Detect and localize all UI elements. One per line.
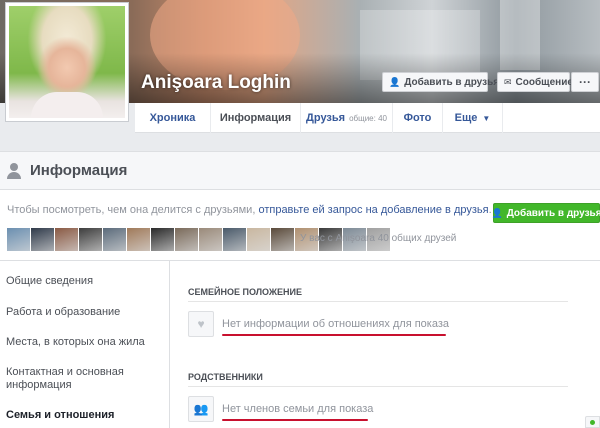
friend-thumbnail[interactable] bbox=[223, 228, 246, 251]
profile-picture-image bbox=[9, 6, 125, 118]
tab-friends[interactable]: Друзья общие: 40 bbox=[301, 103, 393, 133]
sidebar-item-overview[interactable]: Общие сведения bbox=[6, 275, 156, 288]
tab-friends-count: общие: 40 bbox=[349, 113, 387, 123]
friend-thumbnail[interactable] bbox=[127, 228, 150, 251]
about-sidebar: Общие сведения Работа и образование Мест… bbox=[0, 261, 170, 428]
sidebar-item-family-relationships[interactable]: Семья и отношения bbox=[6, 409, 156, 422]
section-divider bbox=[188, 301, 568, 302]
profile-picture[interactable] bbox=[5, 2, 129, 122]
profile-name[interactable]: Anişoara Loghin bbox=[141, 72, 291, 94]
tab-about-label: Информация bbox=[219, 112, 292, 124]
tab-photos[interactable]: Фото bbox=[393, 103, 443, 133]
annotation-underline bbox=[222, 419, 368, 421]
friend-thumbnail[interactable] bbox=[31, 228, 54, 251]
chat-status-badge[interactable] bbox=[585, 416, 600, 428]
message-button[interactable]: ✉ Сообщение bbox=[497, 72, 573, 92]
tab-photos-label: Фото bbox=[403, 112, 432, 124]
message-icon: ✉ bbox=[504, 76, 512, 87]
profile-nav: Хроника Информация Друзья общие: 40 Фото… bbox=[135, 103, 600, 133]
friend-thumbnail[interactable] bbox=[175, 228, 198, 251]
message-label: Сообщение bbox=[515, 76, 573, 88]
add-friend-green-button[interactable]: 👤 Добавить в друзья bbox=[491, 203, 600, 223]
tab-timeline-label: Хроника bbox=[149, 112, 196, 124]
friend-thumbnail[interactable] bbox=[7, 228, 30, 251]
no-family-text: Нет членов семьи для показа bbox=[222, 403, 374, 415]
tab-friends-label: Друзья bbox=[306, 112, 346, 124]
annotation-underline bbox=[222, 334, 446, 336]
sidebar-item-work-education[interactable]: Работа и образование bbox=[6, 306, 156, 319]
friend-thumbnail[interactable] bbox=[151, 228, 174, 251]
section-title-relationship: СЕМЕЙНОЕ ПОЛОЖЕНИЕ bbox=[188, 287, 303, 297]
about-panel: Информация Чтобы посмотреть, чем она дел… bbox=[0, 151, 600, 428]
family-icon: 👥 bbox=[188, 396, 214, 422]
friend-request-notice: Чтобы посмотреть, чем она делится с друз… bbox=[7, 204, 492, 216]
friend-thumbnail[interactable] bbox=[55, 228, 78, 251]
profile-page: Anişoara Loghin 👤 Добавить в друзья ✉ Со… bbox=[0, 0, 600, 428]
sidebar-item-contact-info[interactable]: Контактная и основная информация bbox=[6, 366, 156, 392]
add-friend-green-label: Добавить в друзья bbox=[506, 207, 600, 219]
notice-prefix: Чтобы посмотреть, чем она делится с друз… bbox=[7, 204, 259, 216]
profile-picture-detail bbox=[31, 92, 103, 118]
no-relationship-text: Нет информации об отношениях для показа bbox=[222, 318, 450, 330]
chevron-down-icon: ▼ bbox=[482, 113, 491, 123]
add-friend-icon: 👤 bbox=[491, 207, 503, 218]
mutual-friends-count[interactable]: У вас с Anişoara 40 общих друзей bbox=[300, 233, 456, 244]
section-title-relatives: РОДСТВЕННИКИ bbox=[188, 372, 263, 382]
tab-timeline[interactable]: Хроника bbox=[135, 103, 211, 133]
tab-more[interactable]: Еще ▼ bbox=[443, 103, 503, 133]
about-panel-title: Информация bbox=[30, 162, 128, 179]
tab-about[interactable]: Информация bbox=[211, 103, 301, 133]
add-friend-icon: 👤 bbox=[389, 76, 401, 87]
friend-thumbnail[interactable] bbox=[79, 228, 102, 251]
add-friend-label: Добавить в друзья bbox=[404, 76, 500, 88]
add-friend-button[interactable]: 👤 Добавить в друзья bbox=[382, 72, 499, 92]
about-panel-header: Информация bbox=[0, 152, 600, 190]
friend-thumbnail[interactable] bbox=[271, 228, 294, 251]
section-divider bbox=[188, 386, 568, 387]
friend-thumbnail[interactable] bbox=[247, 228, 270, 251]
friend-thumbnail[interactable] bbox=[199, 228, 222, 251]
heart-icon: ♥ bbox=[188, 311, 214, 337]
tab-more-label: Еще bbox=[454, 112, 478, 124]
send-friend-request-link[interactable]: отправьте ей запрос на добавление в друз… bbox=[258, 204, 488, 216]
user-icon bbox=[6, 162, 22, 179]
more-options-button[interactable]: ··· bbox=[571, 72, 599, 92]
friend-thumbnail[interactable] bbox=[103, 228, 126, 251]
sidebar-item-places-lived[interactable]: Места, в которых она жила bbox=[6, 336, 156, 349]
